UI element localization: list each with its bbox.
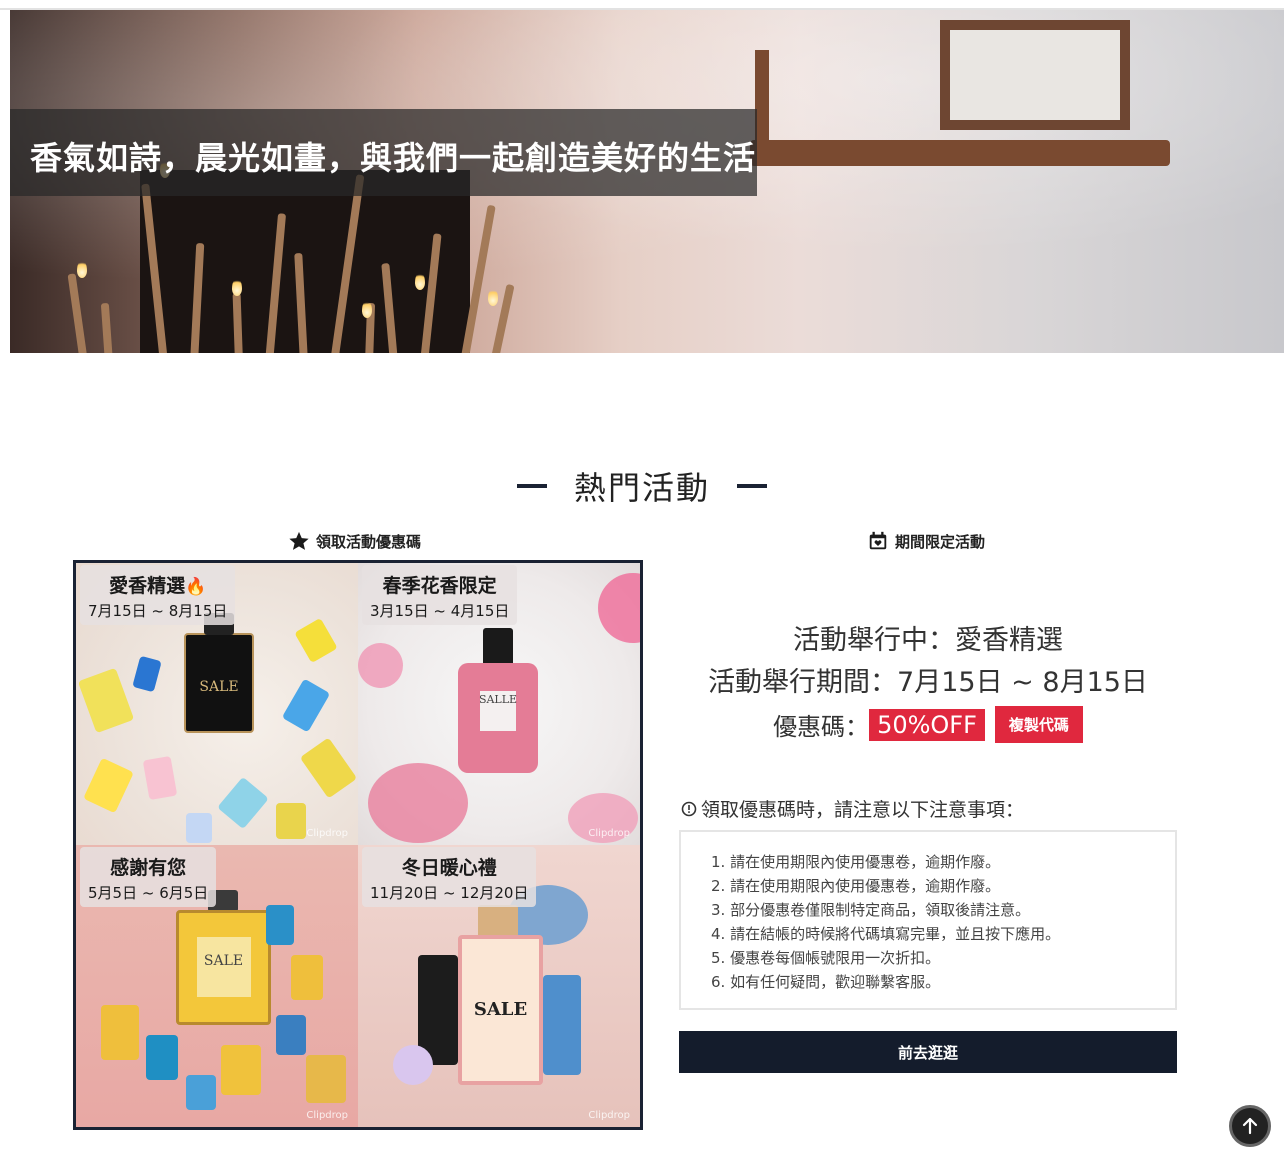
info-circle-icon [681,801,697,816]
event-label: 愛香精選🔥 7月15日 ~ 8月15日 [80,565,236,625]
calendar-heart-icon [869,531,887,550]
title-dash-left [516,484,547,488]
top-border [0,0,1284,10]
notice-box: 1. 請在使用期限內使用優惠卷，逾期作廢。 2. 請在使用期限內使用優惠卷，逾期… [679,830,1177,1010]
event-label: 感謝有您 5月5日 ~ 6月5日 [80,847,217,907]
title-dash-right [737,484,768,488]
list-item: 5. 優惠卷每個帳號限用一次折扣。 [711,949,941,967]
go-shopping-button[interactable]: 前去逛逛 [679,1031,1177,1073]
event-date: 5月5日 ~ 6月5日 [88,884,209,902]
event-date: 7月15日 ~ 8月15日 [88,602,228,620]
event-tile-3[interactable]: SALE 感謝有您 5月5日 ~ 6月5日 Clipdrop [76,845,358,1127]
hero-caption: 香氣如詩，晨光如畫，與我們一起創造美好的生活 [30,139,757,177]
left-column-heading: 領取活動優惠碼 [288,530,421,552]
watermark: Clipdrop [588,1110,630,1121]
notice-list: 1. 請在使用期限內使用優惠卷，逾期作廢。 2. 請在使用期限內使用優惠卷，逾期… [711,850,1161,994]
event-name: 愛香精選🔥 [109,575,207,597]
perfume-bottle: SALE [184,633,254,733]
current-event-info: 活動舉行中：愛香精選 活動舉行期間：7月15日 ~ 8月15日 優惠碼： 50%… [679,620,1177,743]
perfume-bottle: SALLE [458,663,538,773]
event-tile-2[interactable]: SALLE 春季花香限定 3月15日 ~ 4月15日 Clipdrop [358,563,640,845]
event-date: 3月15日 ~ 4月15日 [370,602,510,620]
event-label: 冬日暖心禮 11月20日 ~ 12月20日 [362,847,537,907]
perfume-bottle: SALE [176,910,271,1025]
event-name: 冬日暖心禮 [401,857,497,879]
event-grid: SALE 愛香精選🔥 7月15日 ~ 8月15日 Clipdrop SALLE … [73,560,643,1130]
list-item: 6. 如有任何疑問，歡迎聯繫客服。 [711,973,941,991]
event-name: 感謝有您 [110,857,187,879]
event-label: 春季花香限定 3月15日 ~ 4月15日 [362,565,518,625]
watermark: Clipdrop [306,828,348,839]
section-title: 熱門活動 [0,463,1284,509]
notice-title: 領取優惠碼時，請注意以下注意事項： [681,795,1024,822]
list-item: 4. 請在結帳的時候將代碼填寫完畢，並且按下應用。 [711,925,1061,943]
section-title-text: 熱門活動 [573,469,710,507]
hero-caption-banner: 香氣如詩，晨光如畫，與我們一起創造美好的生活 [10,109,757,196]
event-tile-1[interactable]: SALE 愛香精選🔥 7月15日 ~ 8月15日 Clipdrop [76,563,358,845]
event-name: 春季花香限定 [382,575,497,597]
star-icon [289,531,309,550]
current-event-period: 活動舉行期間：7月15日 ~ 8月15日 [708,667,1148,698]
hero-banner: 香氣如詩，晨光如畫，與我們一起創造美好的生活 [10,10,1284,353]
arrow-up-icon [1242,1117,1258,1135]
right-column-heading: 期間限定活動 [867,530,985,552]
event-tile-4[interactable]: SALE 冬日暖心禮 11月20日 ~ 12月20日 Clipdrop [358,845,640,1127]
flower-decoration [598,573,640,643]
event-date: 11月20日 ~ 12月20日 [370,884,529,902]
watermark: Clipdrop [588,828,630,839]
list-item: 2. 請在使用期限內使用優惠卷，逾期作廢。 [711,877,1001,895]
current-event-name: 活動舉行中：愛香精選 [793,625,1063,656]
back-to-top-button[interactable] [1229,1105,1271,1147]
perfume-bottle: SALE [458,935,543,1085]
copy-code-button[interactable]: 複製代碼 [994,706,1083,743]
watermark: Clipdrop [306,1110,348,1121]
coupon-code-row: 優惠碼： 50%OFF 複製代碼 [679,706,1177,743]
fire-icon: 🔥 [185,577,207,597]
list-item: 1. 請在使用期限內使用優惠卷，逾期作廢。 [711,853,1001,871]
coupon-code: 50%OFF [869,708,985,741]
coupon-code-label: 優惠碼： [773,713,870,741]
list-item: 3. 部分優惠卷僅限制特定商品，領取後請注意。 [711,901,1031,919]
